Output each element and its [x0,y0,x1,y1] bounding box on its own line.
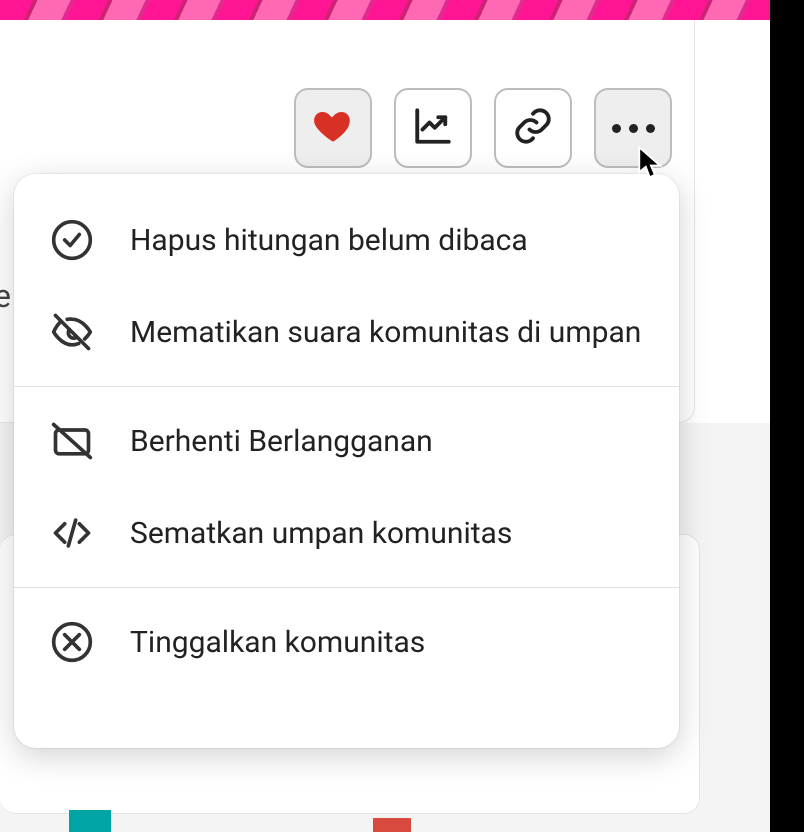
more-icon [612,124,655,133]
like-button[interactable] [294,88,372,168]
x-circle-icon [50,620,94,664]
menu-embed-feed[interactable]: Sematkan umpan komunitas [14,487,679,579]
menu-unsubscribe[interactable]: Berhenti Berlangganan [14,395,679,487]
accent-red [373,818,411,832]
menu-label: Hapus hitungan belum dibaca [130,223,528,258]
clipped-label: e [0,277,10,315]
header-banner [0,0,770,20]
menu-clear-unread[interactable]: Hapus hitungan belum dibaca [14,194,679,286]
menu-label: Berhenti Berlangganan [130,424,433,459]
link-icon [512,105,554,151]
menu-divider [14,386,679,387]
menu-leave-community[interactable]: Tinggalkan komunitas [14,596,679,688]
more-button[interactable] [594,88,672,168]
accent-teal [69,810,111,832]
menu-mute-community[interactable]: Mematikan suara komunitas di umpan [14,286,679,378]
mail-off-icon [50,419,94,463]
menu-label: Sematkan umpan komunitas [130,516,512,551]
menu-label: Tinggalkan komunitas [130,625,425,660]
context-menu: Hapus hitungan belum dibaca Mematikan su… [14,174,679,748]
menu-divider [14,587,679,588]
action-toolbar [294,88,672,168]
chart-icon [412,105,454,151]
code-icon [50,511,94,555]
menu-label: Mematikan suara komunitas di umpan [130,315,641,350]
link-button[interactable] [494,88,572,168]
heart-icon [312,105,354,151]
analytics-button[interactable] [394,88,472,168]
right-edge [770,0,804,832]
eye-off-icon [50,310,94,354]
check-circle-icon [50,218,94,262]
